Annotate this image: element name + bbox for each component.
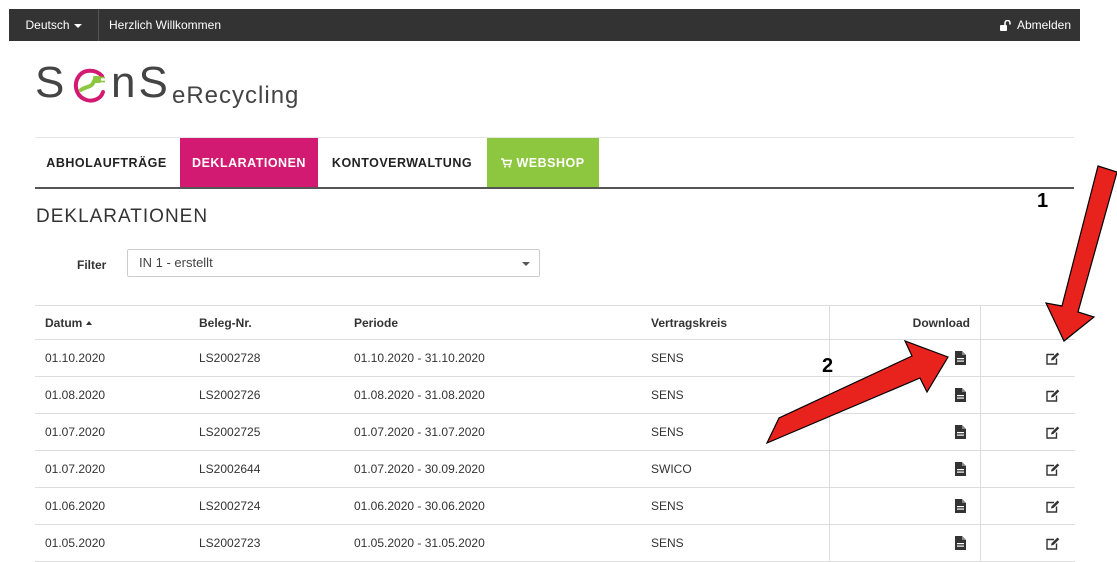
page-title: DEKLARATIONEN [36,206,209,227]
cell-edit [981,414,1075,450]
nav-item-kontoverwaltung[interactable]: KONTOVERWALTUNG [318,138,486,187]
column-header-download: Download [912,315,970,330]
cell-datum: 01.10.2020 [45,351,106,365]
cell-periode: 01.06.2020 - 30.06.2020 [354,499,485,513]
cell-edit [981,488,1075,524]
table-header-row: Datum Beleg-Nr. Periode Vertragskreis Do… [35,306,1075,340]
cell-download [830,377,980,413]
table-row: 01.07.2020 LS2002644 01.07.2020 - 30.09.20… [35,451,1075,488]
logo-wordmark-s: S [35,58,68,107]
file-icon[interactable] [955,462,966,476]
nav-item-label: DEKLARATIONEN [192,155,306,170]
unlock-icon [999,19,1011,31]
cell-periode: 01.05.2020 - 31.05.2020 [354,536,485,550]
cell-download [830,451,980,487]
table-row: 01.07.2020 LS2002725 01.07.2020 - 31.07.20… [35,414,1075,451]
column-header-actions [981,306,1075,339]
plug-icon [73,68,105,103]
cell-download [830,340,980,376]
cell-periode: 01.08.2020 - 31.08.2020 [354,388,485,402]
cell-datum: 01.06.2020 [45,499,106,513]
cell-vertragskreis: SENS [651,499,684,513]
top-bar: Deutsch Herzlich Willkommen Abmelden [9,9,1080,41]
annotation-marker-2: 2 [822,355,834,377]
cell-edit [981,340,1075,376]
cell-download [830,488,980,524]
caret-down-icon [73,24,82,28]
cell-edit [981,451,1075,487]
language-label: Deutsch [25,18,70,32]
filter-selected-value: IN 1 - erstellt [139,255,213,270]
edit-icon[interactable] [1046,426,1060,439]
logout-button[interactable]: Abmelden [999,9,1071,41]
table-row: 01.05.2020 LS2002723 01.05.2020 - 31.05.20… [35,525,1075,562]
edit-icon[interactable] [1046,389,1060,402]
file-icon[interactable] [955,499,966,513]
cell-edit [981,525,1075,561]
table-row: 01.06.2020 LS2002724 01.06.2020 - 30.06.20… [35,488,1075,525]
nav-item-label: ABHOLAUFTRÄGE [46,155,167,170]
column-header-periode: Periode [354,315,399,330]
welcome-text: Herzlich Willkommen [109,18,222,32]
caret-down-icon [522,262,530,266]
cell-vertragskreis: SENS [651,388,684,402]
table-row: 01.08.2020 LS2002726 01.08.2020 - 31.08.20… [35,377,1075,414]
logout-label: Abmelden [1016,18,1071,32]
cell-vertragskreis: SENS [651,351,684,365]
cell-datum: 01.07.2020 [45,425,106,439]
annotation-marker-1: 1 [1037,190,1049,212]
cell-datum: 01.07.2020 [45,462,106,476]
cell-periode: 01.07.2020 - 31.07.2020 [354,425,485,439]
cell-beleg: LS2002644 [199,462,261,476]
edit-icon[interactable] [1046,463,1060,476]
main-nav: ABHOLAUFTRÄGE DEKLARATIONEN KONTOVERWALT… [35,138,1074,187]
nav-item-webshop[interactable]: WEBSHOP [487,138,599,187]
nav-item-abholauftraege[interactable]: ABHOLAUFTRÄGE [35,138,178,187]
cell-periode: 01.10.2020 - 31.10.2020 [354,351,485,365]
edit-icon[interactable] [1046,500,1060,513]
cell-periode: 01.07.2020 - 30.09.2020 [354,462,485,476]
cell-beleg: LS2002725 [199,425,261,439]
cell-beleg: LS2002724 [199,499,261,513]
language-dropdown[interactable]: Deutsch [9,9,98,41]
column-header-vertragskreis: Vertragskreis [651,315,728,330]
edit-icon[interactable] [1046,537,1060,550]
cell-datum: 01.05.2020 [45,536,106,550]
filter-select[interactable]: IN 1 - erstellt [127,249,540,277]
cell-edit [981,377,1075,413]
nav-item-label: KONTOVERWALTUNG [331,155,473,170]
logo-wordmark-ns: nS [111,58,171,107]
table-body: 01.10.2020 LS2002728 01.10.2020 - 31.10.20… [35,340,1075,562]
sort-ascending-icon [86,320,93,325]
filter-label: Filter [77,258,107,272]
file-icon[interactable] [955,388,966,402]
cell-vertragskreis: SENS [651,536,684,550]
table-row: 01.10.2020 LS2002728 01.10.2020 - 31.10.20… [35,340,1075,377]
nav-bottom-border [35,187,1074,189]
cell-datum: 01.08.2020 [45,388,106,402]
column-header-beleg: Beleg-Nr. [199,315,252,330]
logo-product-name: eRecycling [172,82,300,109]
nav-item-label: WEBSHOP [516,155,585,170]
cell-beleg: LS2002728 [199,351,261,365]
cell-beleg: LS2002726 [199,388,261,402]
cell-vertragskreis: SENS [651,425,684,439]
file-icon[interactable] [955,536,966,550]
cell-beleg: LS2002723 [199,536,261,550]
cell-vertragskreis: SWICO [651,462,692,476]
column-header-datum[interactable]: Datum [45,306,93,339]
column-header-label: Datum [45,315,83,330]
edit-icon[interactable] [1046,352,1060,365]
cell-download [830,414,980,450]
file-icon[interactable] [955,425,966,439]
topbar-divider [98,9,99,41]
nav-item-deklarationen[interactable]: DEKLARATIONEN [180,138,318,187]
declarations-table: Datum Beleg-Nr. Periode Vertragskreis Do… [35,305,1075,562]
file-icon[interactable] [955,351,966,365]
cart-icon [501,157,513,168]
cell-download [830,525,980,561]
